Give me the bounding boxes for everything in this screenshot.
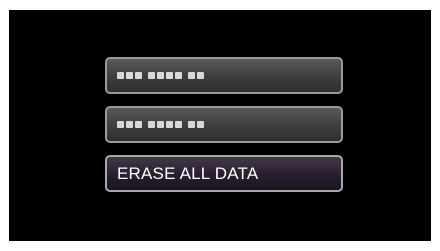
erase-all-data-label: ERASE ALL DATA bbox=[117, 163, 259, 183]
placeholder-group bbox=[188, 121, 204, 128]
camera-screen: ERASE ALL DATA bbox=[9, 10, 431, 241]
menu-item-1[interactable] bbox=[105, 57, 343, 94]
menu-item-2[interactable] bbox=[105, 106, 343, 143]
placeholder-group bbox=[148, 121, 182, 128]
placeholder-group bbox=[148, 72, 182, 79]
erase-all-data-button[interactable]: ERASE ALL DATA bbox=[105, 155, 343, 192]
placeholder-group bbox=[188, 72, 204, 79]
placeholder-label bbox=[117, 121, 204, 128]
placeholder-group bbox=[117, 72, 142, 79]
placeholder-label bbox=[117, 72, 204, 79]
placeholder-group bbox=[117, 121, 142, 128]
